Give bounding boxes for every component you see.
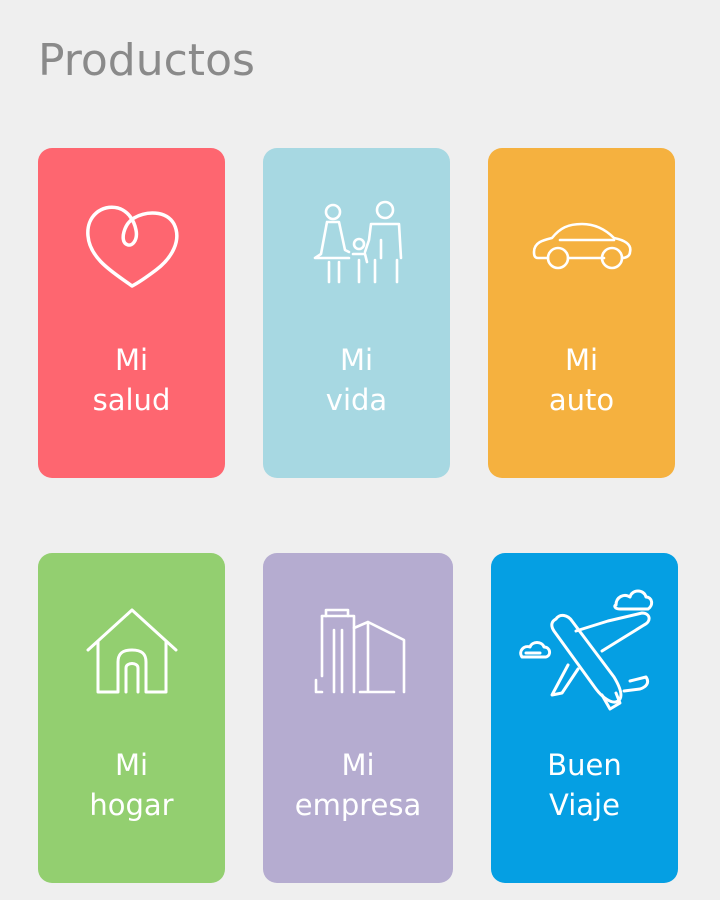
product-label: Mi auto <box>488 340 675 420</box>
airplane-icon <box>491 583 678 723</box>
product-label: Mi hogar <box>38 745 225 825</box>
product-label-line2: auto <box>548 383 615 417</box>
product-label: Mi empresa <box>263 745 453 825</box>
product-card-buen-viaje[interactable]: Buen Viaje <box>491 553 678 883</box>
product-label-line1: Mi <box>339 343 374 377</box>
product-label-line2: hogar <box>89 788 174 822</box>
product-label-line1: Buen <box>547 748 622 782</box>
heart-icon <box>38 196 225 296</box>
buildings-icon <box>263 601 453 701</box>
product-card-mi-hogar[interactable]: Mi hogar <box>38 553 225 883</box>
product-label: Mi salud <box>38 340 225 420</box>
car-icon <box>488 196 675 296</box>
product-label: Mi vida <box>263 340 450 420</box>
family-icon <box>263 196 450 296</box>
house-icon <box>38 601 225 701</box>
product-label-line2: vida <box>325 383 388 417</box>
page-title: Productos <box>38 35 255 86</box>
product-label-line2: empresa <box>294 788 422 822</box>
product-card-mi-salud[interactable]: Mi salud <box>38 148 225 478</box>
product-label-line1: Mi <box>114 343 149 377</box>
cloud-icon <box>612 589 653 611</box>
product-card-mi-vida[interactable]: Mi vida <box>263 148 450 478</box>
product-label-line1: Mi <box>564 343 599 377</box>
product-label-line1: Mi <box>114 748 149 782</box>
product-label-line1: Mi <box>341 748 375 782</box>
cloud-icon <box>518 641 551 659</box>
product-label: Buen Viaje <box>491 745 678 825</box>
product-label-line2: salud <box>92 383 171 417</box>
product-card-mi-empresa[interactable]: Mi empresa <box>263 553 453 883</box>
product-label-line2: Viaje <box>549 788 620 822</box>
product-card-mi-auto[interactable]: Mi auto <box>488 148 675 478</box>
